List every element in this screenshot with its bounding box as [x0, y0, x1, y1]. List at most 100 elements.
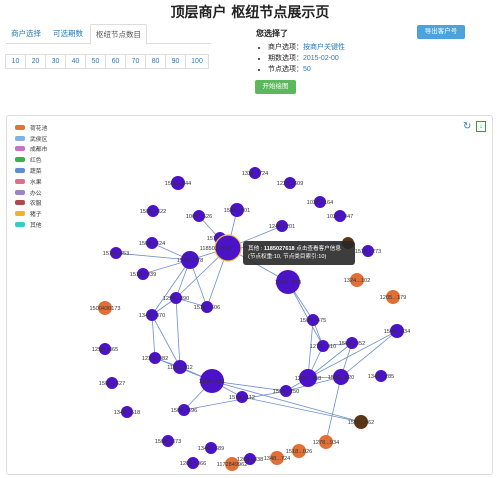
legend-item[interactable]: 其他	[15, 219, 47, 230]
graph-node[interactable]: 1032...164	[307, 196, 333, 208]
legend-swatch	[15, 200, 25, 206]
legend-item[interactable]: 农服	[15, 198, 47, 209]
graph-node[interactable]: 1506...475	[300, 314, 326, 326]
legend-label: 农服	[30, 201, 42, 208]
legend-label: 成都市	[30, 147, 48, 154]
graph-node-label: 1348...870	[139, 313, 165, 319]
network-graph[interactable]: 1506...844 1338...724 1220...609 1506...822…	[0, 0, 500, 478]
graph-node-label: 1032...164	[307, 200, 333, 206]
graph-node[interactable]: 1271...458	[295, 369, 321, 387]
graph-node[interactable]: 1238...082	[142, 352, 168, 364]
graph-node[interactable]: 1220...609	[277, 177, 303, 189]
graph-node-label: 1278...934	[313, 440, 339, 446]
graph-node[interactable]: 1348...285	[368, 370, 394, 382]
graph-edge	[325, 376, 342, 443]
graph-node[interactable]: 1518...878	[275, 270, 301, 294]
graph-node-label: 1518...112	[229, 395, 255, 401]
legend-label: 蔬菜	[30, 169, 42, 176]
graph-node[interactable]: 1518...078	[177, 251, 203, 269]
graph-node-label: 1338...724	[242, 171, 268, 177]
legend-item[interactable]: 荷花池	[15, 122, 47, 133]
save-image-icon[interactable]: ↓	[476, 121, 486, 132]
graph-node[interactable]: 1518...039	[130, 268, 156, 280]
graph-node[interactable]: 1338...724	[242, 167, 268, 179]
graph-node[interactable]: 1508...851	[199, 369, 225, 393]
tooltip-detail: (节点权重:10, 节点类目索引:10)	[248, 254, 327, 260]
graph-node[interactable]: 1508...250	[273, 385, 299, 397]
legend-swatch	[15, 222, 25, 228]
legend-label: 水果	[30, 179, 42, 186]
graph-node-label: 1349...689	[198, 446, 224, 452]
graph-node[interactable]: 1268...066	[180, 457, 206, 469]
legend-item[interactable]: 红色	[15, 154, 47, 165]
legend-item[interactable]: 武侯区	[15, 133, 47, 144]
graph-node[interactable]: 1348...618	[114, 406, 140, 418]
graph-node-label: 1538...901	[224, 208, 250, 214]
graph-node-label: 1348...285	[368, 374, 394, 380]
legend: 荷花池 武侯区 成都市 红色 蔬菜 水果 办公 农服 猪子 其他	[15, 122, 47, 230]
legend-swatch	[15, 168, 25, 174]
graph-node-label: 1518...062	[348, 420, 374, 426]
legend-item[interactable]: 办公	[15, 187, 47, 198]
legend-item[interactable]: 水果	[15, 176, 47, 187]
graph-node-label: 1066...526	[186, 214, 212, 220]
legend-item[interactable]: 成都市	[15, 144, 47, 155]
graph-node-label: 1518...606	[194, 305, 220, 311]
graph-node[interactable]: 1500...952	[339, 337, 365, 349]
graph-node[interactable]: 1518...606	[194, 301, 220, 313]
graph-node[interactable]: 1506...822	[140, 205, 166, 217]
graph-node-label: 1508...851	[199, 379, 225, 385]
graph-node-label: 1518...853	[103, 251, 129, 257]
legend-swatch	[15, 146, 25, 152]
legend-label: 其他	[30, 223, 42, 230]
graph-node-label: 1508...596	[171, 408, 197, 414]
graph-node-label: 1509...627	[99, 381, 125, 387]
graph-node[interactable]: 1324...102	[344, 273, 370, 287]
graph-node[interactable]: 1066...526	[186, 210, 212, 222]
graph-node-label: 1518...078	[177, 258, 203, 264]
legend-item[interactable]: 蔬菜	[15, 165, 47, 176]
graph-node[interactable]: 1508...596	[171, 404, 197, 416]
graph-node[interactable]: 1278...810	[310, 340, 336, 352]
legend-item[interactable]: 猪子	[15, 208, 47, 219]
refresh-icon[interactable]: ↻	[463, 122, 471, 132]
graph-node[interactable]: 1518...273	[355, 245, 381, 257]
graph-node[interactable]: 1298...865	[92, 343, 118, 355]
graph-node-label: 1348...724	[264, 456, 290, 462]
graph-edge	[241, 396, 362, 423]
tooltip-node-id: 1185027618	[263, 246, 295, 252]
graph-node[interactable]: 1349...689	[198, 442, 224, 454]
graph-node-label: 1298...865	[92, 347, 118, 353]
graph-node-label: 1246...201	[269, 224, 295, 230]
graph-node-label: 1238...082	[142, 356, 168, 362]
legend-label: 荷花池	[30, 125, 48, 132]
graph-node[interactable]: 1500430173	[89, 301, 121, 315]
graph-node-label: 1324...102	[344, 278, 370, 284]
legend-swatch	[15, 124, 25, 130]
graph-node-label: 1508...250	[273, 389, 299, 395]
legend-label: 猪子	[30, 212, 42, 219]
legend-label: 武侯区	[30, 136, 48, 143]
graph-node[interactable]: 1538...901	[224, 203, 250, 217]
graph-node-label: 1298...390	[163, 296, 189, 302]
graph-edge	[151, 259, 191, 316]
graph-node-label: 1518...039	[130, 272, 156, 278]
graph-node[interactable]: 1518...062	[348, 415, 374, 429]
graph-node[interactable]: 1500...820	[328, 369, 354, 385]
graph-node[interactable]: 1518...853	[103, 247, 129, 259]
graph-node-label: 1500...952	[339, 341, 365, 347]
graph-node-label: 1518...026	[286, 449, 312, 455]
graph-node-label: 1500430173	[89, 306, 120, 312]
legend-swatch	[15, 178, 25, 184]
graph-node[interactable]: 1508...373	[155, 435, 181, 447]
graph-node[interactable]: 1509...627	[99, 377, 125, 389]
graph-node-label: 1500...820	[328, 375, 354, 381]
legend-swatch	[15, 189, 25, 195]
graph-node[interactable]: 1348...870	[139, 309, 165, 321]
graph-node[interactable]: 1038...047	[327, 210, 353, 222]
graph-node-label: 1125...112	[167, 365, 193, 371]
graph-node[interactable]: 1278...934	[313, 435, 339, 449]
graph-node[interactable]: 1205...179	[380, 290, 406, 304]
graph-node-label: 1518...273	[355, 249, 381, 255]
graph-node[interactable]: 1506...844	[165, 176, 191, 190]
